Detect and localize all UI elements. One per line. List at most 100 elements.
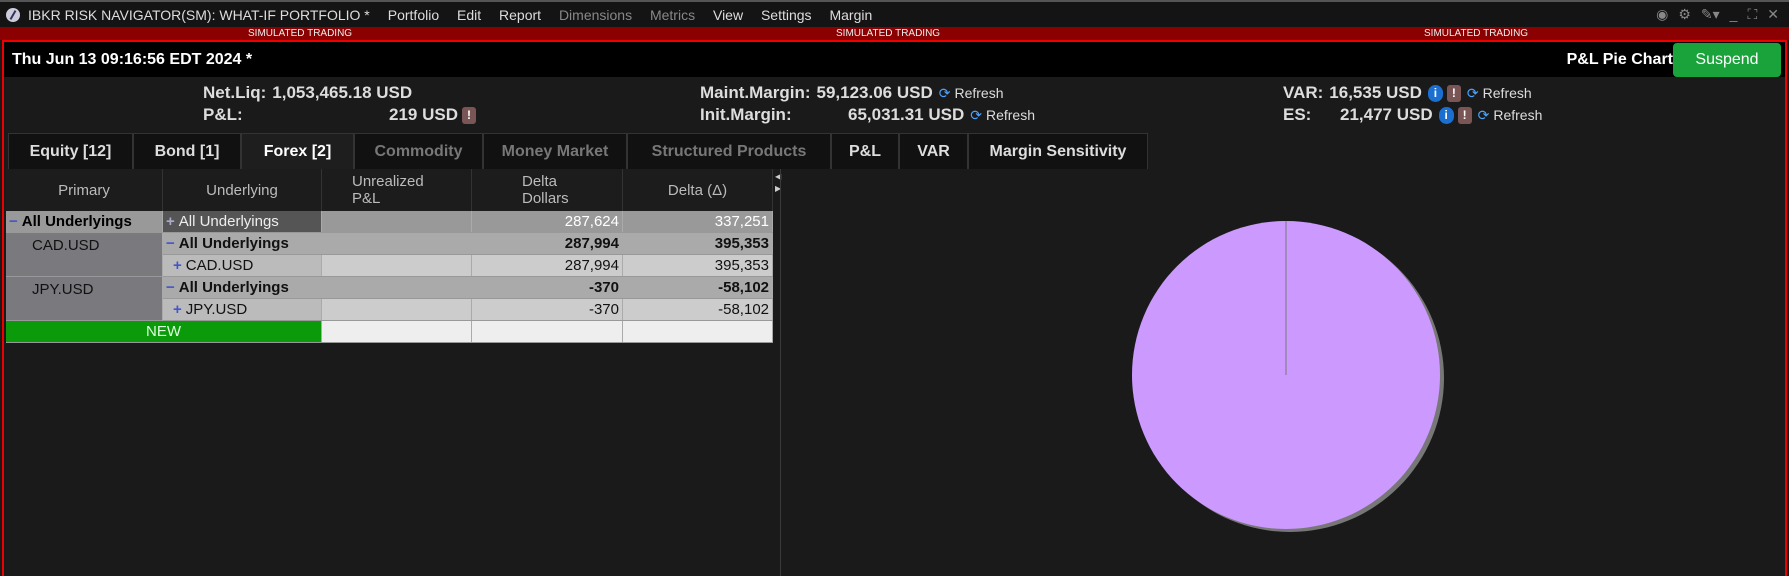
tab-money-market[interactable]: Money Market <box>483 133 627 169</box>
gear-icon[interactable]: ⚙ <box>1678 6 1691 23</box>
expand-icon[interactable]: + <box>166 213 175 230</box>
account-metrics: Net.Liq: 1,053,465.18 USD P&L: 219 USD! <box>203 82 476 126</box>
panel-splitter[interactable] <box>780 169 781 576</box>
init-margin-label: Init.Margin: <box>700 105 792 124</box>
primary-cell: CAD.USD <box>6 233 163 277</box>
tab-var[interactable]: VAR <box>899 133 968 169</box>
table-row[interactable]: + JPY.USD -370 -58,102 <box>163 299 773 321</box>
info-icon[interactable]: i <box>1438 106 1454 124</box>
menu-bar: Portfolio Edit Report Dimensions Metrics… <box>388 7 887 23</box>
collapse-icon[interactable]: − <box>166 235 175 252</box>
pnl-value: 219 USD <box>389 105 458 124</box>
sim-label: SIMULATED TRADING <box>248 28 353 39</box>
warning-icon[interactable]: ! <box>1457 106 1472 124</box>
delta-cell: 395,353 <box>623 233 773 254</box>
maint-margin-label: Maint.Margin: <box>700 83 811 102</box>
sim-label: SIMULATED TRADING <box>1424 28 1529 39</box>
col-delta-dollars[interactable]: Delta Dollars <box>472 169 623 211</box>
tab-forex[interactable]: Forex [2] <box>241 133 354 169</box>
menu-dimensions[interactable]: Dimensions <box>559 7 632 23</box>
col-underlying[interactable]: Underlying <box>163 169 322 211</box>
delta-dollars-cell: 287,994 <box>472 255 623 276</box>
net-liq-label: Net.Liq: <box>203 83 267 102</box>
es-value: 21,477 USD <box>1340 105 1433 124</box>
tab-commodity[interactable]: Commodity <box>354 133 483 169</box>
title-bar: IBKR RISK NAVIGATOR(SM): WHAT-IF PORTFOL… <box>0 0 1789 27</box>
expand-icon[interactable]: + <box>173 301 182 318</box>
es-label: ES: <box>1283 105 1312 124</box>
table-row[interactable]: − All Underlyings 287,994 395,353 <box>163 233 773 255</box>
tab-margin-sensitivity[interactable]: Margin Sensitivity <box>968 133 1148 169</box>
refresh-maint-button[interactable]: Refresh <box>939 85 1003 102</box>
window-title: IBKR RISK NAVIGATOR(SM): WHAT-IF PORTFOL… <box>28 6 370 23</box>
underlying-cell: All Underlyings <box>178 279 289 296</box>
delta-dollars-cell: 287,994 <box>472 233 623 254</box>
collapse-icon[interactable]: − <box>9 213 18 230</box>
primary-cell: All Underlyings <box>21 213 132 230</box>
menu-settings[interactable]: Settings <box>761 7 812 23</box>
grid-header: Primary Underlying Unrealized P&L Delta … <box>6 169 773 211</box>
tab-structured-products[interactable]: Structured Products <box>627 133 831 169</box>
menu-view[interactable]: View <box>713 7 743 23</box>
maximize-icon[interactable]: ⛶ <box>1747 6 1757 23</box>
tab-bond[interactable]: Bond [1] <box>133 133 241 169</box>
var-value: 16,535 USD <box>1329 83 1422 102</box>
menu-metrics[interactable]: Metrics <box>650 7 695 23</box>
minimize-icon[interactable]: _ <box>1730 6 1738 23</box>
menu-portfolio[interactable]: Portfolio <box>388 7 439 23</box>
warning-icon[interactable]: ! <box>461 106 476 124</box>
refresh-es-button[interactable]: Refresh <box>1478 107 1542 124</box>
col-delta[interactable]: Delta (Δ) <box>623 169 773 211</box>
maint-margin-value: 59,123.06 USD <box>816 83 933 102</box>
datetime: Thu Jun 13 09:16:56 EDT 2024 * <box>12 50 253 68</box>
table-row[interactable]: − All Underlyings -370 -58,102 <box>163 277 773 299</box>
new-row[interactable]: NEW <box>6 321 773 343</box>
menu-edit[interactable]: Edit <box>457 7 481 23</box>
delta-cell: -58,102 <box>623 277 773 298</box>
risk-metrics: VAR: 16,535 USD i! Refresh ES: 21,477 USD i! R… <box>1283 82 1542 126</box>
upnl-cell <box>322 211 472 232</box>
delta-dollars-cell: -370 <box>472 299 623 320</box>
suspend-button[interactable]: Suspend <box>1673 43 1781 77</box>
pnl-pie-chart <box>1132 221 1444 532</box>
collapse-icon[interactable]: − <box>166 279 175 296</box>
header-bar: Thu Jun 13 09:16:56 EDT 2024 * P&L Pie C… <box>4 42 1785 77</box>
pin-icon[interactable]: ✎▾ <box>1701 6 1720 23</box>
var-label: VAR: <box>1283 83 1324 102</box>
underlying-cell: JPY.USD <box>185 301 248 318</box>
asset-tabs: Equity [12] Bond [1] Forex [2] Commodity… <box>8 133 1148 169</box>
delta-cell: 337,251 <box>623 211 773 232</box>
sim-label: SIMULATED TRADING <box>836 28 941 39</box>
simulated-trading-banner: SIMULATED TRADING SIMULATED TRADING SIMU… <box>0 27 1789 40</box>
new-position-button[interactable]: NEW <box>6 321 322 342</box>
close-icon[interactable]: ✕ <box>1767 6 1779 23</box>
chat-icon[interactable]: ◉ <box>1656 6 1668 23</box>
table-row[interactable]: − All Underlyings + All Underlyings 287,62… <box>6 211 773 233</box>
expand-icon[interactable]: + <box>173 257 182 274</box>
underlying-cell: All Underlyings <box>178 213 279 230</box>
margin-metrics: Maint.Margin: 59,123.06 USD Refresh Init.M… <box>700 82 1035 126</box>
underlying-cell: All Underlyings <box>178 235 289 252</box>
delta-cell: 395,353 <box>623 255 773 276</box>
tab-pnl[interactable]: P&L <box>831 133 899 169</box>
table-row[interactable]: + CAD.USD 287,994 395,353 <box>163 255 773 277</box>
refresh-init-button[interactable]: Refresh <box>970 107 1035 124</box>
primary-cell: JPY.USD <box>6 277 163 321</box>
refresh-var-button[interactable]: Refresh <box>1467 85 1532 102</box>
pnl-label: P&L: <box>203 105 243 124</box>
app-logo-icon <box>6 7 20 22</box>
positions-grid: Primary Underlying Unrealized P&L Delta … <box>6 169 773 343</box>
tab-equity[interactable]: Equity [12] <box>8 133 133 169</box>
col-primary[interactable]: Primary <box>6 169 163 211</box>
delta-dollars-cell: -370 <box>472 277 623 298</box>
panel-name: P&L Pie Chart <box>1566 50 1673 68</box>
net-liq-value: 1,053,465.18 USD <box>272 83 413 102</box>
col-unrealized-pnl[interactable]: Unrealized P&L <box>322 169 472 211</box>
info-icon[interactable]: i <box>1427 84 1443 102</box>
delta-cell: -58,102 <box>623 299 773 320</box>
underlying-cell: CAD.USD <box>185 257 254 274</box>
menu-report[interactable]: Report <box>499 7 541 23</box>
warning-icon[interactable]: ! <box>1446 84 1461 102</box>
menu-margin[interactable]: Margin <box>829 7 872 23</box>
delta-dollars-cell: 287,624 <box>472 211 623 232</box>
